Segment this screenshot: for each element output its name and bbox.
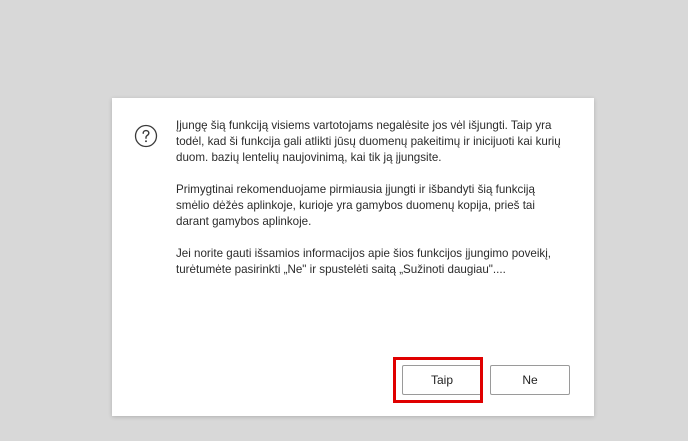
yes-button[interactable]: Taip: [402, 365, 482, 395]
confirmation-dialog: Įjungę šią funkciją visiems vartotojams …: [112, 98, 594, 416]
dialog-paragraph-more-info: Jei norite gauti išsamios informacijos a…: [176, 247, 552, 276]
question-circle-icon: [134, 124, 158, 148]
dialog-paragraph-warning: Įjungę šią funkciją visiems vartotojams …: [176, 119, 561, 164]
dialog-paragraph-recommendation: Primygtinai rekomenduojame pirmiausia įj…: [176, 183, 535, 228]
dialog-message: Įjungę šią funkciją visiems vartotojams …: [176, 118, 568, 294]
no-button[interactable]: Ne: [490, 365, 570, 395]
